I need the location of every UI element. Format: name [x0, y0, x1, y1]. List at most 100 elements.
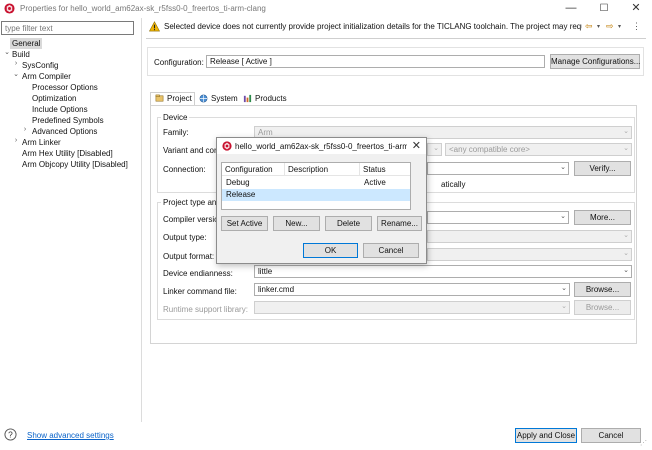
tab-products[interactable]: Products	[241, 93, 287, 105]
family-dropdown-icon: ⌄	[623, 128, 629, 135]
output-format-dropdown-icon: ⌄	[623, 250, 629, 257]
tree-item-predefined-symbols[interactable]: Predefined Symbols	[32, 115, 104, 126]
products-tab-icon	[243, 94, 252, 103]
dialog-title-bar: hello_world_am62ax-sk_r5fss0-0_freertos_…	[217, 138, 426, 154]
endianness-dropdown-icon: ⌄	[623, 267, 629, 274]
show-advanced-settings-link[interactable]: Show advanced settings	[27, 431, 114, 440]
configuration-label: Configuration:	[154, 58, 204, 67]
forward-arrow-icon[interactable]: ⇨	[606, 21, 614, 32]
output-type-label: Output type:	[163, 233, 207, 242]
dialog-ok-button[interactable]: OK	[303, 243, 358, 258]
row-configuration: Release	[226, 190, 256, 199]
dialog-title: hello_world_am62ax-sk_r5fss0-0_freertos_…	[235, 142, 407, 151]
tree-item-build[interactable]: Build	[12, 49, 30, 60]
svg-text:?: ?	[8, 429, 13, 439]
row-configuration: Debug	[226, 178, 250, 187]
rename-configuration-button[interactable]: Rename...	[377, 216, 422, 231]
connection-select[interactable]: ⌄	[427, 162, 569, 175]
new-configuration-button[interactable]: New...	[273, 216, 320, 231]
dialog-cancel-button[interactable]: Cancel	[363, 243, 419, 258]
output-format-label: Output format:	[163, 252, 215, 261]
maximize-button[interactable]: ☐	[589, 0, 619, 18]
tree-item-arm-compiler[interactable]: Arm Compiler	[22, 71, 71, 82]
tree-item-processor-options[interactable]: Processor Options	[32, 82, 98, 93]
filter-input[interactable]	[1, 21, 134, 35]
table-row[interactable]: Debug Active	[222, 177, 410, 189]
runtime-browse-button[interactable]: Browse...	[574, 300, 631, 315]
ccs-dialog-icon	[222, 141, 232, 151]
panel-splitter[interactable]	[141, 18, 142, 422]
tree-expand-build-icon[interactable]: ⌄	[3, 48, 11, 56]
compiler-version-select[interactable]: ⌄	[427, 211, 569, 224]
compiler-version-label: Compiler version	[163, 215, 224, 224]
linker-dropdown-icon: ⌄	[561, 285, 567, 292]
view-menu-icon[interactable]: ⋮	[632, 21, 641, 32]
auto-detect-label-tail: atically	[441, 180, 466, 189]
help-icon[interactable]: ?	[4, 428, 17, 441]
message-bar: Selected device does not currently provi…	[146, 18, 649, 36]
configurations-table: Configuration Description Status Debug A…	[221, 162, 411, 210]
tree-expand-arm-compiler-icon[interactable]: ⌄	[12, 70, 20, 78]
minimize-button[interactable]: —	[556, 0, 586, 18]
tree-item-sysconfig[interactable]: SysConfig	[22, 60, 58, 71]
dialog-close-button[interactable]: ✕	[412, 139, 421, 152]
tree-item-arm-linker[interactable]: Arm Linker	[22, 137, 61, 148]
runtime-support-library-select[interactable]: ⌄	[254, 301, 570, 314]
forward-dropdown-icon[interactable]: ▾	[618, 23, 621, 30]
set-active-button[interactable]: Set Active	[221, 216, 268, 231]
tree-item-arm-hex-utility[interactable]: Arm Hex Utility [Disabled]	[22, 148, 113, 159]
footer-cancel-button[interactable]: Cancel	[581, 428, 641, 443]
more-button[interactable]: More...	[574, 210, 631, 225]
tree-expand-arm-linker-icon[interactable]: ›	[12, 137, 20, 144]
device-endianness-label: Device endianness:	[163, 269, 233, 278]
output-type-select[interactable]: ⌄	[427, 230, 632, 243]
tab-products-label: Products	[255, 94, 287, 103]
manage-configurations-dialog: hello_world_am62ax-sk_r5fss0-0_freertos_…	[216, 137, 427, 264]
runtime-dropdown-icon: ⌄	[561, 303, 567, 310]
linker-browse-button[interactable]: Browse...	[574, 282, 631, 297]
verify-button[interactable]: Verify...	[574, 161, 631, 176]
tree-expand-advanced-options-icon[interactable]: ›	[21, 126, 29, 133]
device-group-title: Device	[161, 113, 190, 122]
manage-configurations-button[interactable]: Manage Configurations...	[550, 54, 640, 69]
variant-filter-dropdown[interactable]: ⌄	[427, 143, 442, 156]
connection-dropdown-icon: ⌄	[560, 164, 566, 171]
column-header-configuration[interactable]: Configuration	[222, 163, 285, 176]
linker-command-file-value: linker.cmd	[258, 285, 295, 294]
column-header-status[interactable]: Status	[360, 163, 410, 176]
resize-grip-icon[interactable]: ⋰	[640, 439, 647, 447]
window-title-bar: Properties for hello_world_am62ax-sk_r5f…	[0, 0, 652, 18]
tree-item-general[interactable]: General	[10, 38, 43, 49]
linker-command-file-select[interactable]: linker.cmd ⌄	[254, 283, 570, 296]
variant-core-select[interactable]: <any compatible core> ⌄	[445, 143, 632, 156]
tab-project[interactable]: Project	[153, 93, 192, 105]
back-dropdown-icon[interactable]: ▾	[597, 23, 600, 30]
runtime-support-library-label: Runtime support library:	[163, 305, 248, 314]
tree-item-optimization[interactable]: Optimization	[32, 93, 76, 104]
tree-item-advanced-options[interactable]: Advanced Options	[32, 126, 97, 137]
ccs-app-icon	[4, 3, 15, 14]
warning-icon	[149, 21, 160, 32]
apply-and-close-button[interactable]: Apply and Close	[515, 428, 577, 443]
tree-expand-sysconfig-icon[interactable]: ›	[12, 60, 20, 67]
output-type-dropdown-icon: ⌄	[623, 232, 629, 239]
configuration-select-value: Release [ Active ]	[210, 57, 272, 66]
tree-item-arm-objcopy-utility[interactable]: Arm Objcopy Utility [Disabled]	[22, 159, 128, 170]
configuration-select[interactable]: Release [ Active ]	[206, 55, 545, 68]
table-row[interactable]: Release	[222, 189, 410, 201]
linker-command-file-label: Linker command file:	[163, 287, 237, 296]
output-format-select[interactable]: ⌄	[427, 248, 632, 261]
back-arrow-icon[interactable]: ⇦	[585, 21, 593, 32]
device-endianness-select[interactable]: little ⌄	[254, 265, 632, 278]
delete-configuration-button[interactable]: Delete	[325, 216, 372, 231]
close-window-button[interactable]: ✕	[621, 0, 651, 18]
family-label: Family:	[163, 128, 189, 137]
tab-system-label: System	[211, 94, 238, 103]
header-divider	[146, 38, 646, 39]
tree-item-include-options[interactable]: Include Options	[32, 104, 88, 115]
tab-system[interactable]: System	[197, 93, 238, 105]
device-endianness-value: little	[258, 267, 273, 276]
project-type-group-title: Project type and	[161, 198, 223, 207]
family-select-value: Arm	[258, 128, 273, 137]
column-header-description[interactable]: Description	[285, 163, 360, 176]
